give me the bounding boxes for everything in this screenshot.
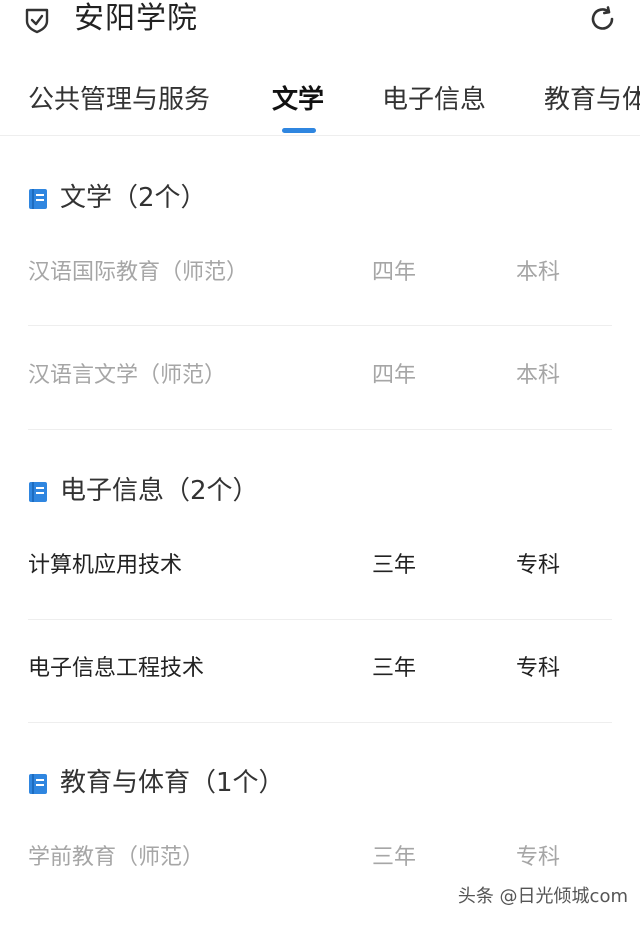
degree-level: 专科: [516, 845, 561, 870]
major-name: 学前教育（师范）: [28, 845, 205, 870]
section-title: 教育与体育（1个）: [60, 768, 285, 798]
tab-education-sports[interactable]: 教育与体: [544, 82, 640, 118]
degree-level: 专科: [516, 553, 561, 578]
degree-level: 本科: [516, 363, 561, 388]
category-tabs: 公共管理与服务 文学 电子信息 教育与体: [0, 74, 640, 136]
tab-electronic-info[interactable]: 电子信息: [382, 82, 486, 118]
shield-check-icon[interactable]: [24, 6, 50, 34]
active-tab-indicator: [282, 128, 316, 133]
row-divider: [28, 722, 612, 723]
major-name: 计算机应用技术: [28, 553, 183, 578]
section-title: 电子信息（2个）: [60, 476, 259, 506]
book-icon: [28, 773, 48, 795]
degree-level: 专科: [516, 656, 561, 681]
study-duration: 四年: [372, 260, 417, 285]
list-item[interactable]: 计算机应用技术 三年 专科: [28, 550, 612, 653]
app-header: 安阳学院: [0, 0, 640, 50]
watermark: 头条 @日光倾城com: [457, 886, 628, 907]
major-name: 汉语国际教育（师范）: [28, 260, 249, 285]
row-divider: [28, 325, 612, 326]
major-name: 汉语言文学（师范）: [28, 363, 227, 388]
study-duration: 三年: [372, 553, 417, 578]
section-title: 文学（2个）: [60, 183, 207, 213]
row-divider: [28, 429, 612, 430]
list-item[interactable]: 电子信息工程技术 三年 专科: [28, 653, 612, 756]
list-item[interactable]: 汉语国际教育（师范） 四年 本科: [28, 257, 612, 360]
tab-literature[interactable]: 文学: [272, 82, 324, 118]
book-icon: [28, 481, 48, 503]
study-duration: 三年: [372, 656, 417, 681]
list-item[interactable]: 汉语言文学（师范） 四年 本科: [28, 360, 612, 463]
tabs-divider: [0, 135, 640, 136]
refresh-icon[interactable]: [588, 4, 618, 34]
row-divider: [28, 619, 612, 620]
page-title: 安阳学院: [74, 1, 198, 36]
study-duration: 四年: [372, 363, 417, 388]
major-name: 电子信息工程技术: [28, 656, 205, 681]
study-duration: 三年: [372, 845, 417, 870]
tab-public-management[interactable]: 公共管理与服务: [28, 82, 210, 118]
book-icon: [28, 188, 48, 210]
degree-level: 本科: [516, 260, 561, 285]
